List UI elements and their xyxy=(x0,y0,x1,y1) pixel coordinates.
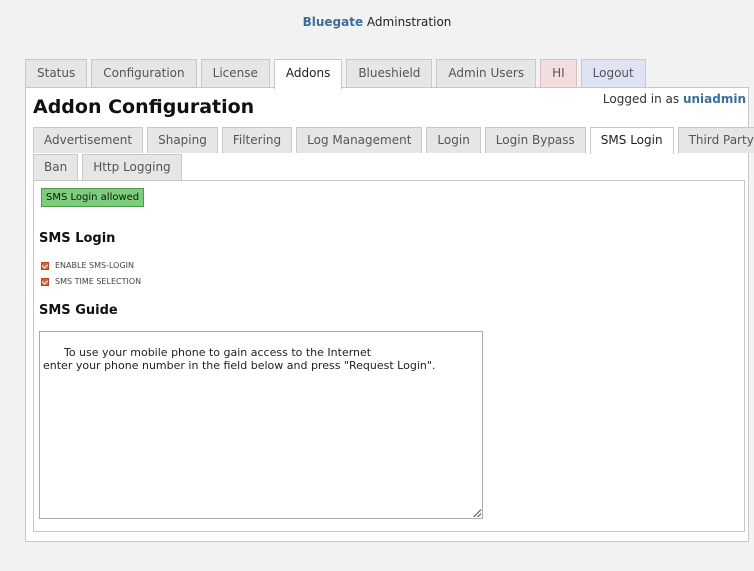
checkbox-checked-icon[interactable] xyxy=(41,261,49,270)
subtab-advertisement[interactable]: Advertisement xyxy=(33,127,144,153)
subtab-third-party[interactable]: Third Party xyxy=(677,127,754,153)
app-header: Bluegate Adminstration xyxy=(0,15,754,29)
subtab-sms-login[interactable]: SMS Login xyxy=(589,127,674,154)
logged-in-label: Logged in as xyxy=(602,92,683,106)
tab-logout[interactable]: Logout xyxy=(580,59,646,87)
header-title: Adminstration xyxy=(363,15,452,29)
checkbox-checked-icon[interactable] xyxy=(41,277,49,286)
subtab-http-logging[interactable]: Http Logging xyxy=(82,154,182,180)
sms-login-content: SMS Login allowed SMS Login ENABLE SMS-L… xyxy=(33,180,745,532)
main-tab-bar: Status Configuration License Addons Blue… xyxy=(25,59,650,89)
tab-blueshield[interactable]: Blueshield xyxy=(346,59,433,87)
subtab-shaping[interactable]: Shaping xyxy=(147,127,218,153)
tab-status[interactable]: Status xyxy=(25,59,88,87)
subtab-login[interactable]: Login xyxy=(426,127,481,153)
username: uniadmin xyxy=(682,92,746,106)
tab-configuration[interactable]: Configuration xyxy=(91,59,197,87)
option-label: ENABLE SMS-LOGIN xyxy=(55,261,135,270)
sms-login-heading: SMS Login xyxy=(39,231,116,246)
sms-guide-textarea[interactable]: To use your mobile phone to gain access … xyxy=(39,331,483,519)
tab-addons[interactable]: Addons xyxy=(273,59,343,89)
option-enable-sms-login[interactable]: ENABLE SMS-LOGIN xyxy=(41,261,134,270)
sub-tab-bar-row1: Advertisement Shaping Filtering Log Mana… xyxy=(33,127,754,154)
option-label: SMS TIME SELECTION xyxy=(55,277,142,286)
sub-tab-bar-row2: Ban Http Logging xyxy=(33,154,745,180)
subtab-ban[interactable]: Ban xyxy=(33,154,79,180)
logged-in-status: Logged in as uniadmin xyxy=(603,92,746,106)
resize-handle-icon[interactable] xyxy=(473,509,481,517)
status-badge: SMS Login allowed xyxy=(41,188,145,207)
tab-admin-users[interactable]: Admin Users xyxy=(436,59,537,87)
subtab-login-bypass[interactable]: Login Bypass xyxy=(484,127,586,153)
tab-license[interactable]: License xyxy=(200,59,270,87)
tab-hi[interactable]: HI xyxy=(540,59,577,87)
addons-panel: Logged in as uniadmin Addon Configuratio… xyxy=(25,87,754,542)
subtab-log-management[interactable]: Log Management xyxy=(296,127,423,153)
option-sms-time-selection[interactable]: SMS TIME SELECTION xyxy=(41,277,141,286)
subtab-filtering[interactable]: Filtering xyxy=(221,127,293,153)
brand-name: Bluegate xyxy=(302,15,364,29)
page-title: Addon Configuration xyxy=(33,96,255,118)
sms-guide-text: To use your mobile phone to gain access … xyxy=(43,346,436,372)
sms-guide-heading: SMS Guide xyxy=(39,303,118,318)
